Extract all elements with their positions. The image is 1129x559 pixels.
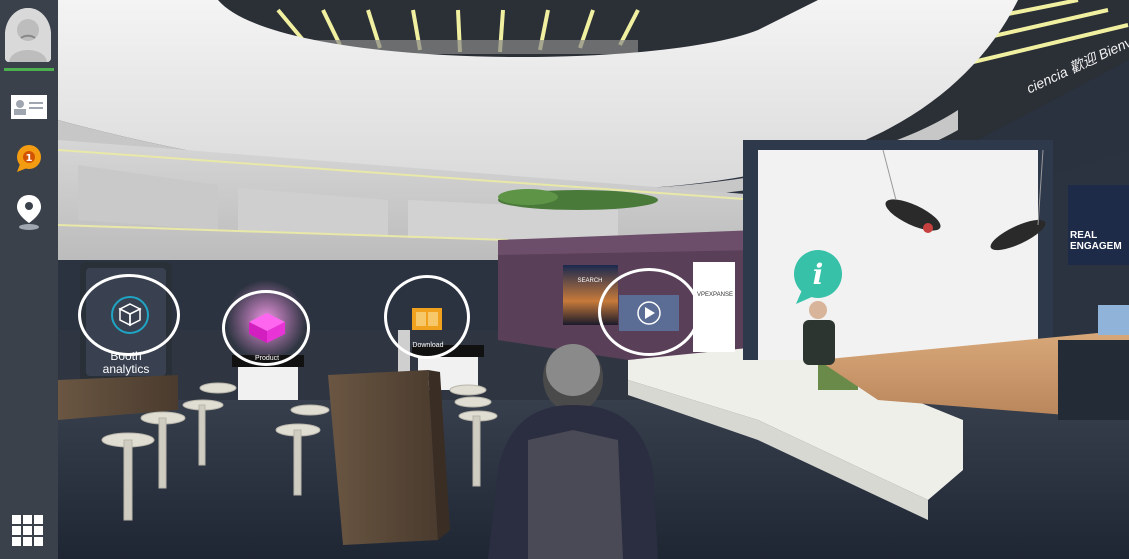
location-button[interactable] [8,195,50,230]
product-label: Product [254,355,280,362]
profile-avatar[interactable] [5,8,51,62]
apps-grid-icon [12,515,43,546]
svg-text:i: i [813,258,824,291]
cube-icon [111,296,149,334]
notification-badge: 1 [26,153,33,164]
location-pin-icon [17,195,41,230]
document-hotspot[interactable]: Download [384,275,470,359]
document-icon [412,308,442,330]
product-box-icon [249,313,285,343]
booth-label-line2: analytics [102,362,150,376]
notifications-button[interactable]: 1 [8,142,50,176]
info-icon: i [794,250,842,304]
booth-scene: ciencia 歡迎 Bienv Booth analytics SEARCH … [57,0,1129,559]
signage-line2: ENGAGEM [1070,241,1122,252]
booth-analytics-hotspot[interactable] [78,274,180,356]
product-hotspot[interactable]: Product [222,290,310,366]
signage-text: REAL ENGAGEM [1070,230,1122,252]
virtual-booth-viewport: ciencia 歡迎 Bienv Booth analytics SEARCH … [0,0,1129,559]
business-card-icon [11,95,47,119]
info-hotspot[interactable]: i [792,250,844,304]
business-card-button[interactable] [8,90,50,124]
document-label: Download [412,342,444,349]
sidebar: 1 [0,0,58,559]
brand-panel-text: VPEXPANSE [697,292,733,298]
user-avatar-icon [5,8,51,62]
status-bar [4,68,54,71]
video-hotspot[interactable] [598,268,700,356]
notification-icon: 1 [17,145,41,172]
signage-line1: REAL [1070,230,1098,241]
search-screen-label: SEARCH [577,278,603,284]
apps-grid-button[interactable] [10,513,46,549]
play-icon [619,295,679,331]
